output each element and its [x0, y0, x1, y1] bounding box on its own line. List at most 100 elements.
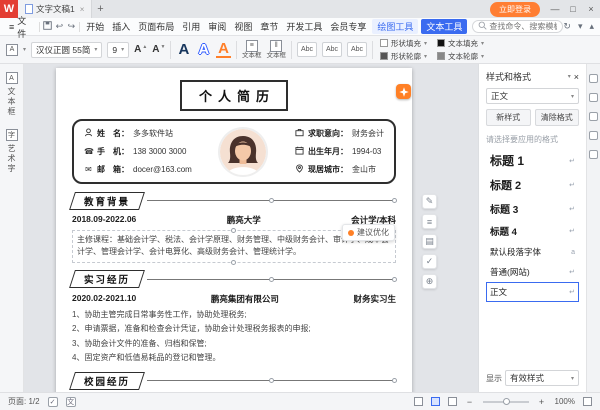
menu-tab-section[interactable]: 章节 — [256, 20, 282, 33]
file-menu[interactable]: ≡ 文件 — [4, 14, 37, 40]
internship-detail-list[interactable]: 1、协助主管完成日常事务性工作，协助处理税务; 2、申请票据，准备和检查会计凭证… — [72, 309, 396, 365]
zoom-out-button[interactable]: − — [465, 397, 475, 407]
menu-tab-drawing-tools[interactable]: 绘图工具 — [372, 19, 419, 34]
spellcheck-icon[interactable]: ✓ — [47, 396, 58, 407]
section-divider-line[interactable] — [147, 198, 397, 203]
cloud-sync-icon[interactable]: ↻ — [563, 21, 571, 32]
shrink-font-button[interactable]: A ▼ — [152, 44, 165, 55]
style-item-heading4[interactable]: 标题 4 ↵ — [486, 220, 579, 242]
shape-style-preset-2[interactable]: Abc — [322, 42, 343, 57]
redo-icon[interactable]: ↪ — [65, 21, 77, 32]
new-tab-button[interactable]: + — [92, 3, 108, 15]
selection-handle[interactable] — [231, 259, 236, 265]
selection-handle[interactable] — [268, 198, 274, 203]
profile-photo[interactable] — [220, 128, 267, 175]
optimize-suggestion-chip[interactable]: 建议优化 — [342, 224, 395, 241]
selection-handle[interactable] — [392, 276, 397, 282]
style-item-normal-web[interactable]: 普通(网站) ↵ — [486, 262, 579, 282]
style-item-heading3[interactable]: 标题 3 ↵ — [486, 197, 579, 220]
read-view-icon[interactable] — [413, 397, 423, 406]
undo-icon[interactable]: ↩ — [53, 21, 65, 32]
horizontal-textbox-button[interactable]: ≡ 文本框 — [242, 39, 262, 60]
style-item-body-text[interactable]: 正文 ↵ — [486, 282, 579, 302]
grow-font-button[interactable]: A ▲ — [134, 44, 147, 55]
clear-format-button[interactable]: 清除格式 — [534, 109, 579, 126]
resume-title[interactable]: 个人简历 — [180, 80, 288, 111]
chevron-down-icon[interactable]: ▾ — [568, 73, 571, 80]
selection-handle[interactable] — [231, 228, 236, 233]
zoom-slider[interactable] — [482, 397, 529, 405]
style-item-default-font[interactable]: 默认段落字体 a — [486, 242, 579, 262]
pages-tool-icon[interactable]: ▤ — [422, 234, 437, 249]
minimize-button[interactable]: — — [546, 4, 564, 14]
tab-close-icon[interactable]: × — [80, 5, 85, 14]
zoom-in-button[interactable]: + — [537, 397, 547, 407]
menu-tab-home[interactable]: 开始 — [82, 20, 108, 33]
font-family-select[interactable]: 汉仪正圆 55简 ▾ — [31, 41, 103, 58]
textbox-tool-button[interactable]: A 文本框 — [5, 72, 18, 117]
menu-tab-developer[interactable]: 开发工具 — [282, 20, 326, 33]
internship-heading-box[interactable]: 实习经历 — [69, 270, 145, 289]
smart-assistant-button[interactable] — [396, 84, 411, 99]
proofread-icon[interactable]: 文 — [65, 396, 76, 407]
shape-fill-button[interactable]: 形状填充 ▾ — [380, 38, 427, 49]
panel-close-icon[interactable]: × — [574, 72, 579, 82]
menu-tab-references[interactable]: 引用 — [178, 20, 204, 33]
command-search-box[interactable] — [472, 20, 564, 33]
menu-tab-view[interactable]: 视图 — [230, 20, 256, 33]
text-fill-button[interactable]: 文本填充 ▾ — [437, 38, 484, 49]
spellcheck-tool-icon[interactable]: ✓ — [422, 254, 437, 269]
page-info[interactable]: 页面: 1/2 — [8, 396, 40, 407]
campus-heading-box[interactable]: 校园经历 — [69, 371, 145, 390]
section-divider-line[interactable] — [147, 378, 397, 384]
save-icon[interactable] — [41, 21, 53, 32]
new-style-button[interactable]: 新样式 — [486, 109, 531, 126]
wordart-preset-1[interactable]: A — [176, 42, 191, 57]
selection-handle[interactable] — [268, 378, 274, 384]
outline-tool-icon[interactable]: ≡ — [422, 214, 437, 229]
font-size-select[interactable]: 9 ▾ — [107, 41, 130, 58]
task-pane-icon[interactable] — [589, 74, 598, 83]
task-pane-icon[interactable] — [589, 131, 598, 140]
login-button[interactable]: 立即登录 — [490, 1, 540, 17]
menu-tab-page-layout[interactable]: 页面布局 — [134, 20, 178, 33]
maximize-button[interactable]: □ — [564, 4, 582, 14]
task-pane-icon[interactable] — [589, 112, 598, 121]
internship-entry-row[interactable]: 2020.02-2021.10 鹏亮集团有限公司 财务实习生 — [72, 293, 396, 305]
task-pane-icon[interactable] — [589, 150, 598, 159]
education-heading-box[interactable]: 教育背景 — [69, 191, 145, 210]
style-item-heading1[interactable]: 标题 1 ↵ — [486, 148, 579, 173]
wordart-preset-2[interactable]: A — [196, 42, 211, 57]
wordart-tool-button[interactable]: 字 艺术字 — [5, 129, 18, 174]
section-divider-line[interactable] — [147, 276, 397, 282]
edit-tool-icon[interactable]: ✎ — [422, 194, 437, 209]
chevron-down-icon[interactable]: ▾ — [23, 46, 26, 53]
insert-textbox-icon[interactable]: A — [6, 43, 18, 56]
collapse-ribbon-icon[interactable]: ▴ — [589, 21, 594, 32]
more-tool-icon[interactable]: ⊕ — [422, 274, 437, 289]
task-pane-icon[interactable] — [589, 93, 598, 102]
search-input[interactable] — [489, 22, 558, 31]
menu-tab-insert[interactable]: 插入 — [108, 20, 134, 33]
email-value[interactable]: docer@163.com — [133, 165, 192, 174]
shape-outline-button[interactable]: 形状轮廓 ▾ — [380, 51, 427, 62]
vertical-textbox-button[interactable]: ‖ 文本框 — [267, 39, 286, 60]
menu-tab-membership[interactable]: 会员专享 — [326, 20, 370, 33]
wordart-preset-3[interactable]: A — [216, 41, 232, 58]
selection-handle[interactable] — [392, 198, 397, 203]
more-tools-icon[interactable]: ▾ — [578, 21, 583, 32]
menu-tab-text-tools[interactable]: 文本工具 — [421, 19, 468, 34]
text-outline-button[interactable]: 文本轮廓 ▾ — [437, 51, 484, 62]
document-canvas[interactable]: 个人简历 姓 名： 多多软件站 ☎ 手 机： 138 3000 3000 ✉ 邮… — [24, 64, 478, 392]
selection-handle[interactable] — [268, 276, 274, 282]
zoom-level[interactable]: 100% — [555, 397, 575, 406]
shape-style-preset-3[interactable]: Abc — [347, 42, 368, 57]
print-layout-icon[interactable] — [430, 397, 440, 406]
show-filter-select[interactable]: 有效样式 ▾ — [505, 370, 579, 386]
web-layout-icon[interactable] — [447, 397, 457, 406]
shape-style-preset-1[interactable]: Abc — [297, 42, 318, 57]
resume-info-card[interactable]: 姓 名： 多多软件站 ☎ 手 机： 138 3000 3000 ✉ 邮 箱： d… — [72, 119, 396, 184]
fit-page-icon[interactable] — [583, 397, 592, 406]
style-item-heading2[interactable]: 标题 2 ↵ — [486, 173, 579, 197]
menu-tab-review[interactable]: 审阅 — [204, 20, 230, 33]
